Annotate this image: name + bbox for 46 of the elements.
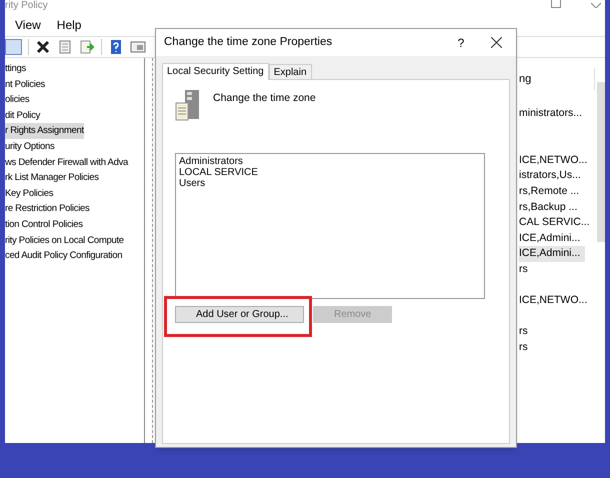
member-item[interactable]: Administrators bbox=[179, 156, 243, 167]
list-cell-text: ICE,NETWO... bbox=[519, 293, 585, 308]
menu-item[interactable]: Help bbox=[56, 16, 82, 34]
tree-item[interactable]: ttings bbox=[5, 61, 26, 77]
policy-name: Change the time zone bbox=[213, 91, 316, 106]
list-cell: ICE,Admini... bbox=[519, 246, 585, 262]
list-cell-text: ICE,Admini... bbox=[519, 230, 582, 246]
list-cell-text: rs bbox=[519, 324, 529, 340]
tab[interactable]: Explain bbox=[268, 64, 312, 79]
list-cell-text: rs,Remote ... bbox=[519, 184, 580, 199]
scrollbar[interactable] bbox=[597, 82, 605, 242]
tree-item[interactable]: olicies bbox=[5, 92, 30, 108]
member-item[interactable]: Users bbox=[179, 178, 206, 189]
tree-item[interactable]: Key Policies bbox=[5, 186, 54, 202]
tree-item[interactable]: rk List Manager Policies bbox=[5, 170, 99, 186]
list-cell-text: istrators,Us... bbox=[519, 168, 582, 184]
tree-item[interactable]: r Rights Assignment bbox=[5, 123, 84, 139]
tree-item[interactable]: nt Policies bbox=[5, 76, 45, 92]
maximize-icon[interactable] bbox=[551, 0, 561, 8]
list-cell-text: ICE,NETWO... bbox=[519, 152, 585, 168]
properties-icon[interactable] bbox=[57, 39, 73, 55]
export-icon[interactable] bbox=[79, 39, 95, 55]
tree-item[interactable]: dit Policy bbox=[5, 108, 40, 124]
list-cell-text: rs bbox=[519, 340, 529, 355]
help-icon[interactable] bbox=[108, 39, 124, 55]
list-cell-text: ministrators... bbox=[519, 106, 584, 121]
tree-item[interactable]: urity Options bbox=[5, 138, 54, 155]
window-icon[interactable] bbox=[130, 39, 146, 55]
help-button[interactable]: ? bbox=[451, 34, 471, 52]
add-button[interactable]: Add User or Group... bbox=[175, 306, 304, 323]
column-header[interactable]: ng bbox=[519, 68, 595, 90]
members-list[interactable]: Administrators LOCAL SERVICE Users bbox=[175, 153, 485, 299]
tree-item[interactable]: tion Control Policies bbox=[5, 216, 83, 233]
list-cell-text: rs,Backup ... bbox=[519, 200, 578, 215]
dialog-title: Change the time zone Properties bbox=[164, 34, 334, 50]
member-item[interactable]: LOCAL SERVICE bbox=[179, 167, 258, 178]
tree-item[interactable]: rity Policies on Local Compute bbox=[5, 232, 124, 248]
tree-item[interactable]: ws Defender Firewall with Adva bbox=[5, 154, 128, 170]
tree-item[interactable]: ced Audit Policy Configuration bbox=[5, 248, 122, 264]
tab[interactable]: Local Security Setting bbox=[162, 63, 269, 80]
tree-item[interactable]: re Restriction Policies bbox=[5, 201, 90, 217]
list-cell-text: rs bbox=[519, 262, 529, 277]
menu-item[interactable]: View bbox=[15, 16, 41, 34]
delete-icon[interactable] bbox=[35, 39, 51, 55]
window-title: rity Policy bbox=[5, 0, 48, 12]
toolbar-pane-icon[interactable] bbox=[5, 39, 22, 55]
